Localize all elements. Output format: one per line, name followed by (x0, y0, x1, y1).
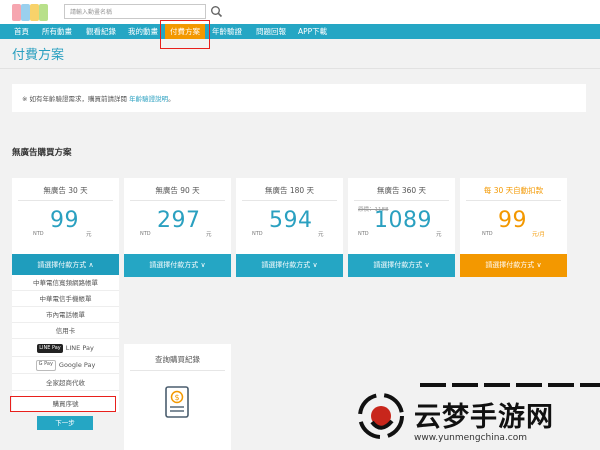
site-logo-icon[interactable] (12, 4, 50, 21)
divider (130, 200, 225, 201)
price-unit: 元 (206, 232, 212, 238)
search-input[interactable]: 請輸入動畫名稱 (64, 4, 206, 19)
price-unit: 元/月 (532, 232, 545, 238)
watermark-logo-icon (358, 393, 404, 439)
plan-card-360: 無廣告 360 天 原價：1188 NTD 1089 元 (348, 178, 455, 256)
plan-price: 99 (498, 208, 527, 233)
nav-watch-history[interactable]: 觀看紀錄 (86, 24, 116, 39)
payment-option-line-pay[interactable]: LINE Pay LINE Pay (12, 340, 119, 357)
svg-text:$: $ (174, 393, 179, 402)
payment-option-familymart[interactable]: 全家超商代收 (12, 375, 119, 391)
payment-option-landline[interactable]: 市內電話帳單 (12, 307, 119, 323)
divider (0, 68, 600, 69)
plan-name: 無廣告 360 天 (376, 186, 427, 195)
search-icon[interactable] (210, 5, 223, 18)
history-title: 查詢購買紀錄 (155, 355, 200, 364)
main-nav: 首頁 所有動畫 觀看紀錄 我的動畫 付費方案 年齡驗證 問題回報 APP下載 (0, 24, 600, 39)
plan-card-90: 無廣告 90 天 NTD 297 元 (124, 178, 231, 256)
plan-name: 無廣告 180 天 (264, 186, 315, 195)
currency-label: NTD (33, 231, 44, 237)
plan-price: 1089 (374, 208, 432, 233)
nav-all-anime[interactable]: 所有動畫 (42, 24, 72, 39)
highlight-box (10, 396, 116, 412)
currency-label: NTD (482, 231, 493, 237)
plan-price: 594 (269, 208, 313, 233)
divider (242, 200, 337, 201)
divider (130, 370, 225, 371)
divider (354, 200, 449, 201)
price-unit: 元 (318, 232, 324, 238)
payment-option-cht-broadband[interactable]: 中華電信寬頻網路帳單 (12, 275, 119, 291)
payment-option-google-pay[interactable]: G Pay Google Pay (12, 357, 119, 374)
payment-method-dropdown[interactable]: 請選擇付款方式 ∨ (236, 254, 343, 277)
nav-app-download[interactable]: APP下載 (298, 24, 327, 39)
notice-box: ※ 如有年齡驗證需求，購買前請詳閱 年齡驗證說明。 (12, 84, 586, 112)
currency-label: NTD (140, 231, 151, 237)
currency-label: NTD (358, 231, 369, 237)
next-button[interactable]: 下一步 (37, 416, 93, 430)
payment-method-dropdown[interactable]: 請選擇付款方式 ∨ (348, 254, 455, 277)
plan-price: 99 (50, 208, 79, 233)
plan-card-auto: 每 30 天自動扣款 NTD 99 元/月 (460, 178, 567, 256)
payment-method-dropdown[interactable]: 請選擇付款方式 ∨ (124, 254, 231, 277)
price-unit: 元 (86, 232, 92, 238)
divider (18, 200, 113, 201)
watermark-url: www.yunmengchina.com (414, 433, 528, 443)
divider (466, 200, 561, 201)
line-pay-icon: LINE Pay (37, 343, 63, 353)
nav-my-anime[interactable]: 我的動畫 (128, 24, 158, 39)
payment-options-list: 中華電信寬頻網路帳單 中華電信手機帳單 市內電話帳單 信用卡 LINE Pay L… (12, 275, 119, 412)
payment-method-dropdown[interactable]: 請選擇付款方式 ∨ (460, 254, 567, 277)
watermark: 云梦手游网 www.yunmengchina.com (350, 383, 600, 450)
highlight-box (160, 20, 210, 49)
plan-card-30: 無廣告 30 天 NTD 99 元 (12, 178, 119, 256)
notice-text: ※ 如有年齡驗證需求，購買前請詳閱 年齡驗證說明。 (22, 95, 175, 103)
section-title: 無廣告購買方案 (12, 148, 72, 158)
currency-label: NTD (252, 231, 263, 237)
site-header: 請輸入動畫名稱 (0, 0, 600, 24)
price-unit: 元 (436, 232, 442, 238)
nav-age-verify[interactable]: 年齡驗證 (212, 24, 242, 39)
plan-name: 每 30 天自動扣款 (483, 186, 544, 195)
plan-name: 無廣告 30 天 (43, 186, 88, 195)
watermark-text: 云梦手游网 (414, 402, 554, 433)
google-pay-icon: G Pay (35, 359, 56, 371)
plan-card-180: 無廣告 180 天 NTD 594 元 (236, 178, 343, 256)
watermark-band (420, 383, 600, 387)
page-title: 付費方案 (12, 48, 65, 63)
receipt-dollar-icon: $ (165, 386, 189, 418)
search-placeholder: 請輸入動畫名稱 (70, 9, 113, 16)
payment-method-dropdown[interactable]: 請選擇付款方式 ∧ (12, 254, 119, 277)
plan-name: 無廣告 90 天 (155, 186, 200, 195)
payment-option-credit-card[interactable]: 信用卡 (12, 323, 119, 339)
payment-option-cht-mobile[interactable]: 中華電信手機帳單 (12, 291, 119, 307)
plan-price: 297 (157, 208, 201, 233)
nav-report[interactable]: 問題回報 (256, 24, 286, 39)
nav-home[interactable]: 首頁 (14, 24, 29, 39)
age-verify-link[interactable]: 年齡驗證說明 (129, 95, 168, 103)
purchase-history-card[interactable]: 查詢購買紀錄 $ (124, 344, 231, 450)
